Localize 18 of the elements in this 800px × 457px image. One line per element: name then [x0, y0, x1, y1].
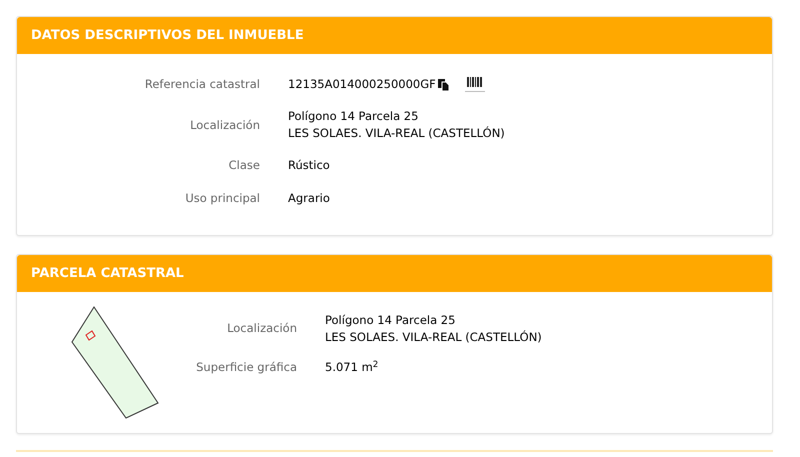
field-label: Localización — [189, 116, 260, 134]
field-value: Polígono 14 Parcela 25 — [288, 108, 420, 126]
copy-icon[interactable] — [438, 78, 449, 91]
field-value: LES SOLAES. VILA-REAL (CASTELLÓN) — [288, 125, 505, 142]
field-value: LES SOLAES. VILA-REAL (CASTELLÓN) — [325, 328, 542, 346]
field-label: Referencia catastral — [144, 76, 260, 93]
panel-title: DATOS DESCRIPTIVOS DEL INMUEBLE — [31, 26, 304, 45]
barcode-icon[interactable] — [464, 76, 485, 93]
field-label: Superficie gráfica — [195, 358, 297, 376]
field-value: Agrario — [288, 190, 330, 207]
field-value: Polígono 14 Parcela 25 — [325, 312, 456, 329]
field-value: 12135A014000250000GF — [288, 76, 436, 94]
field-value: 5.071 m$^{2}$ — [325, 358, 378, 376]
field-label: Clase — [228, 157, 260, 174]
field-label: Uso principal — [184, 190, 260, 206]
field-value: Rústico — [288, 157, 330, 174]
field-label: Localización — [226, 320, 297, 338]
panel-title: PARCELA CATASTRAL — [31, 264, 184, 282]
